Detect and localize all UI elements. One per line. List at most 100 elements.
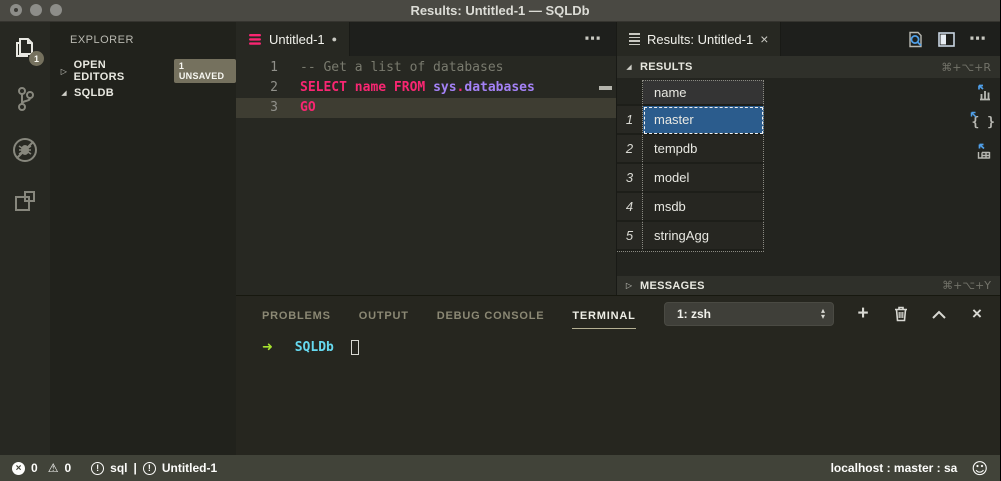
grid-cell-selected[interactable]: master	[643, 106, 764, 135]
line-number: 2	[236, 78, 300, 98]
results-tab-bar: Results: Untitled-1 ×	[617, 22, 1001, 56]
overview-ruler-cursor-mark	[599, 86, 612, 90]
workbench: 1	[0, 22, 1000, 455]
minimize-window-button[interactable]	[30, 4, 42, 16]
grid-cell[interactable]: stringAgg	[643, 222, 764, 251]
grid-row: 1 master	[617, 106, 764, 135]
modified-dot-icon: ●	[332, 34, 337, 44]
messages-section-label: MESSAGES	[640, 280, 705, 292]
connection-info-status-item[interactable]: localhost : master : sa	[831, 461, 958, 475]
results-editor-group: Results: Untitled-1 ×	[616, 22, 1001, 295]
row-number-header	[617, 80, 643, 106]
chevron-expanded-icon: ◢	[623, 63, 635, 71]
vscode-window: Results: Untitled-1 — SQLDb 1	[0, 0, 1001, 481]
warning-count: 0	[64, 461, 71, 475]
code-token: SELECT name FROM	[300, 80, 433, 95]
terminal-instance-select[interactable]: 1: zsh ▴▾	[664, 302, 834, 326]
results-tab-label: Results: Untitled-1	[647, 32, 753, 47]
error-icon: ×	[12, 462, 25, 475]
tab-problems[interactable]: PROBLEMS	[262, 300, 331, 328]
split-editor-button[interactable]	[938, 32, 955, 47]
tab-output[interactable]: OUTPUT	[359, 300, 409, 328]
line-number: 1	[236, 58, 300, 78]
code-token: GO	[300, 98, 316, 118]
editor-more-actions-button[interactable]: ⋯	[584, 29, 602, 49]
row-number[interactable]: 3	[617, 164, 643, 193]
tab-terminal[interactable]: TERMINAL	[572, 300, 635, 329]
activity-bar: 1	[0, 22, 50, 455]
results-grid: name 1 master 2 tempdb 3 model 4 msdb	[617, 80, 764, 252]
grid-cell[interactable]: model	[643, 164, 764, 193]
grid-row: 5 stringAgg	[617, 222, 764, 251]
sql-connection-status-item[interactable]: ! sql | ! Untitled-1	[91, 461, 217, 475]
grid-cell[interactable]: msdb	[643, 193, 764, 222]
warning-icon: ⚠	[48, 461, 59, 475]
tab-results-untitled-1[interactable]: Results: Untitled-1 ×	[617, 22, 781, 56]
code-token: databases	[464, 80, 534, 95]
code-line-current: 3 GO	[236, 98, 616, 118]
unsaved-count-badge: 1 UNSAVED	[174, 59, 236, 83]
open-editors-label: OPEN EDITORS	[74, 59, 158, 83]
maximize-panel-button[interactable]	[930, 305, 948, 323]
git-branch-icon	[14, 86, 36, 112]
row-number[interactable]: 4	[617, 193, 643, 222]
kill-terminal-button[interactable]	[892, 305, 910, 323]
editor-group: Untitled-1 ● ⋯ 1 -- Get a list of databa…	[236, 22, 616, 295]
list-icon	[629, 33, 640, 45]
grid-row: 3 model	[617, 164, 764, 193]
extensions-icon	[13, 189, 37, 213]
new-terminal-button[interactable]: +	[854, 305, 872, 323]
sqldb-section-header[interactable]: ◢ SQLDB	[50, 82, 236, 104]
grid-row: 2 tempdb	[617, 135, 764, 164]
messages-section-header[interactable]: ▷ MESSAGES ⌘+⌥+Y	[617, 276, 1001, 295]
save-as-excel-button[interactable]	[975, 143, 992, 160]
results-more-actions-button[interactable]: ⋯	[969, 29, 987, 49]
column-header-name[interactable]: name	[643, 80, 764, 106]
debug-no-bug-icon	[12, 137, 38, 163]
tab-untitled-1[interactable]: Untitled-1 ●	[236, 22, 350, 56]
row-number[interactable]: 2	[617, 135, 643, 164]
tab-debug-console[interactable]: DEBUG CONSOLE	[437, 300, 545, 328]
row-number[interactable]: 5	[617, 222, 643, 251]
explorer-activity-button[interactable]: 1	[12, 35, 38, 61]
open-preview-button[interactable]	[907, 31, 924, 48]
grid-cell[interactable]: tempdb	[643, 135, 764, 164]
editor-tab-bar: Untitled-1 ● ⋯	[236, 22, 616, 56]
terminal-content[interactable]: ➜ SQLDb	[236, 332, 1000, 355]
status-separator: |	[133, 461, 136, 475]
window-title: Results: Untitled-1 — SQLDb	[410, 3, 589, 18]
grid-row: 4 msdb	[617, 193, 764, 222]
database-icon	[248, 33, 262, 46]
alert-circle-icon: !	[91, 462, 104, 475]
problems-status-item[interactable]: × 0 ⚠ 0	[12, 461, 71, 475]
line-number: 3	[236, 98, 300, 118]
prompt-arrow-icon: ➜	[262, 340, 273, 355]
alert-circle-icon: !	[143, 462, 156, 475]
zoom-window-button[interactable]	[50, 4, 62, 16]
results-keybinding: ⌘+⌥+R	[941, 61, 991, 74]
code-token: -- Get a list of databases	[300, 58, 504, 78]
chevron-expanded-icon: ◢	[58, 89, 70, 97]
sidebar-title: EXPLORER	[50, 22, 236, 60]
close-tab-icon[interactable]: ×	[760, 32, 768, 46]
save-as-json-button[interactable]: { }	[972, 113, 995, 131]
panel-header: PROBLEMS OUTPUT DEBUG CONSOLE TERMINAL 1…	[236, 296, 1000, 332]
results-section-header[interactable]: ◢ RESULTS ⌘+⌥+R	[617, 56, 1001, 78]
close-window-button[interactable]	[10, 4, 22, 16]
bottom-panel: PROBLEMS OUTPUT DEBUG CONSOLE TERMINAL 1…	[236, 295, 1000, 455]
source-control-activity-button[interactable]	[12, 86, 38, 112]
feedback-smiley-icon[interactable]: ☺	[971, 459, 988, 478]
unsaved-dot-icon	[14, 8, 18, 12]
result-save-actions: { }	[972, 84, 995, 160]
chevron-collapsed-icon: ▷	[58, 67, 70, 76]
debug-activity-button[interactable]	[12, 137, 38, 163]
code-line: 2 SELECT name FROM sys.databases	[236, 78, 616, 98]
messages-keybinding: ⌘+⌥+Y	[942, 279, 991, 292]
extensions-activity-button[interactable]	[12, 188, 38, 214]
code-editor[interactable]: 1 -- Get a list of databases 2 SELECT na…	[236, 56, 616, 118]
save-as-csv-button[interactable]	[975, 84, 992, 101]
sqldb-folder-label: SQLDB	[74, 87, 114, 99]
close-panel-button[interactable]: ×	[968, 305, 986, 323]
open-editors-section-header[interactable]: ▷ OPEN EDITORS 1 UNSAVED	[50, 60, 236, 82]
row-number[interactable]: 1	[617, 106, 643, 135]
